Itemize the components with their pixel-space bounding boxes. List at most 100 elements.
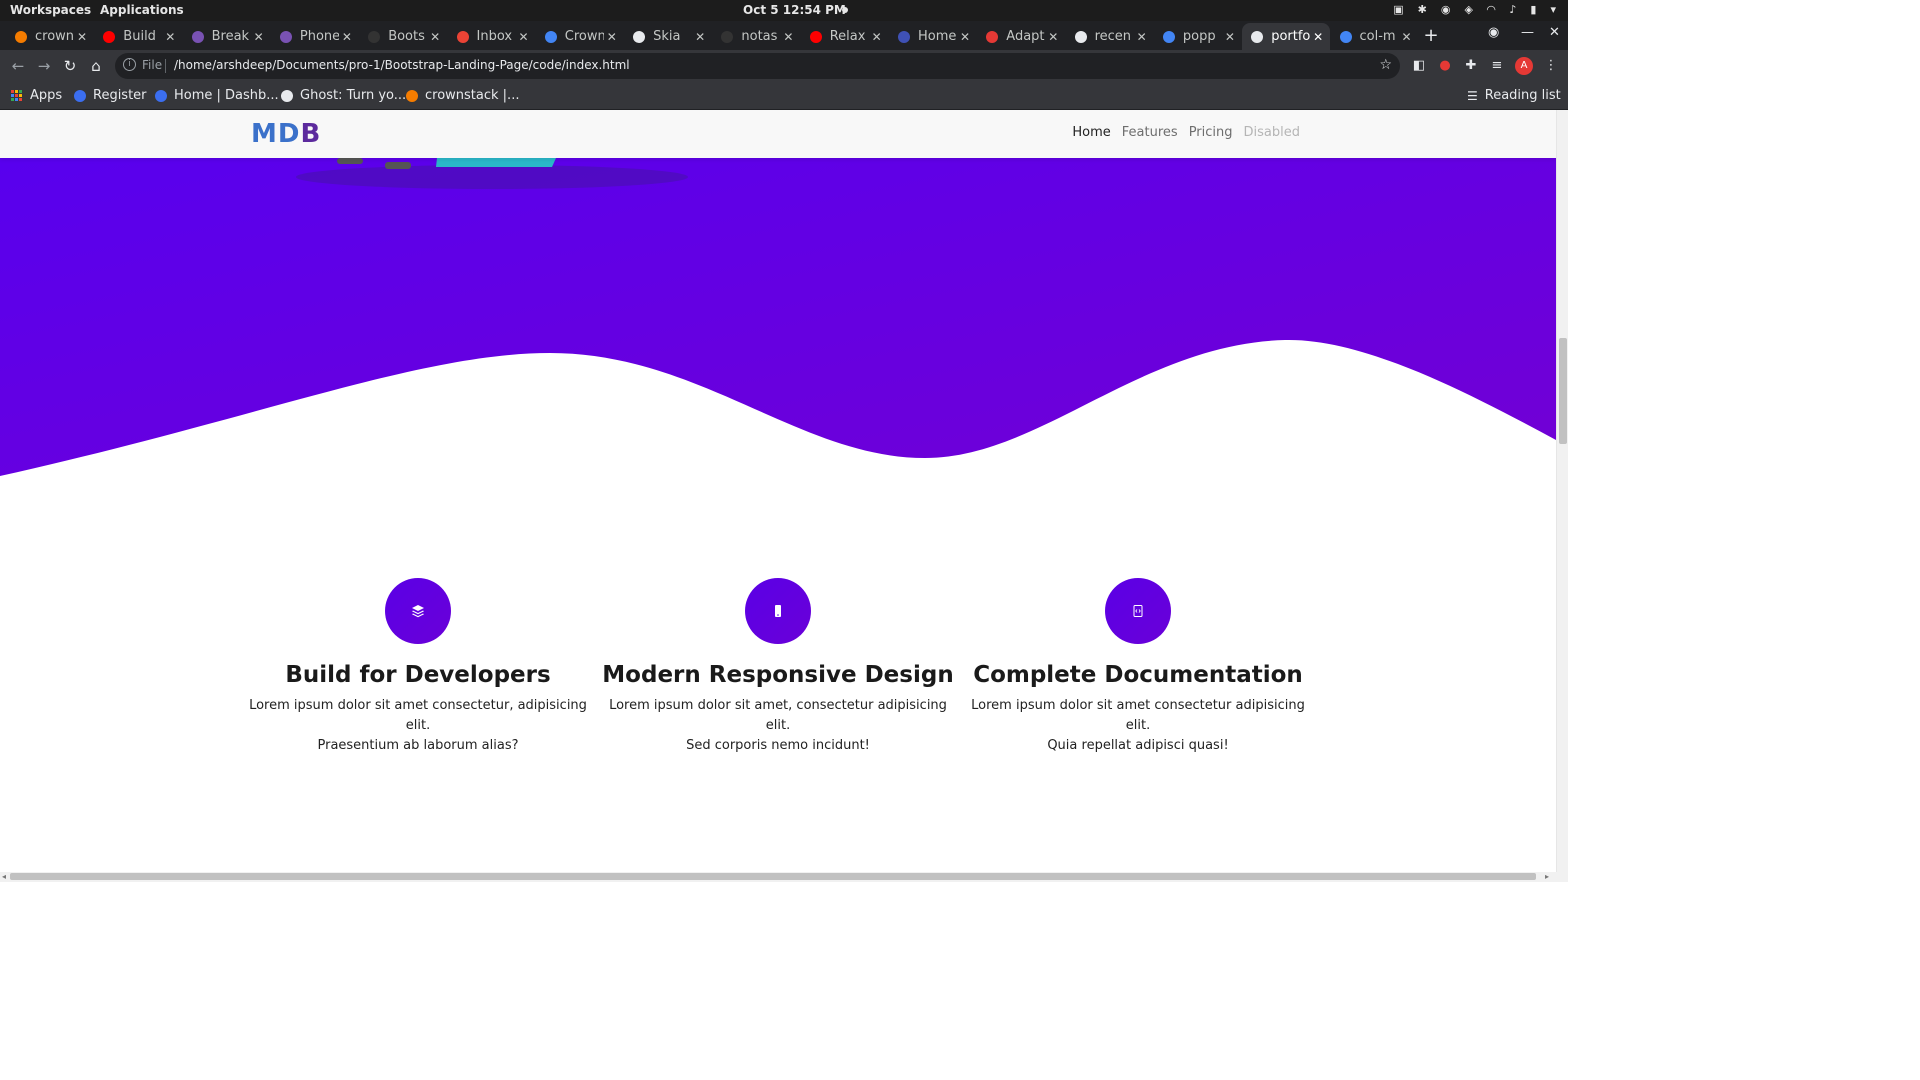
site-navbar: MDB Home Features Pricing Disabled <box>0 110 1556 158</box>
scroll-left-arrow-icon[interactable]: ◂ <box>2 872 6 881</box>
tab-close-icon[interactable]: ✕ <box>869 30 885 44</box>
tab-close-icon[interactable]: ✕ <box>780 30 796 44</box>
nav-link-features[interactable]: Features <box>1122 125 1178 140</box>
reading-list-button[interactable]: ☰ Reading list <box>1467 88 1561 103</box>
tab-close-icon[interactable]: ✕ <box>251 30 267 44</box>
home-button[interactable]: ⌂ <box>86 56 106 76</box>
feature-card-responsive: Modern Responsive Design Lorem ipsum dol… <box>598 578 958 756</box>
close-window-button[interactable]: ✕ <box>1549 25 1560 40</box>
feature-card-documentation: Complete Documentation Lorem ipsum dolor… <box>958 578 1318 756</box>
tab-close-icon[interactable]: ✕ <box>339 30 355 44</box>
browser-tab[interactable]: Adapt ✕ <box>977 23 1065 50</box>
tab-favicon-icon <box>898 30 910 43</box>
tab-label: popp <box>1182 29 1216 44</box>
site-info-icon[interactable]: i <box>123 58 136 71</box>
workspaces-button[interactable]: Workspaces <box>10 3 91 17</box>
discord-icon[interactable]: ◈ <box>1464 3 1472 16</box>
horizontal-scrollbar[interactable]: ◂ ▸ <box>0 872 1568 882</box>
minimize-window-button[interactable]: — <box>1521 25 1534 40</box>
url-text[interactable]: /home/arshdeep/Documents/pro-1/Bootstrap… <box>174 58 630 72</box>
vertical-scrollbar-thumb[interactable] <box>1559 338 1567 444</box>
bookmark-item[interactable]: Register <box>74 88 147 103</box>
feature-title: Complete Documentation <box>973 662 1303 688</box>
vpn-icon[interactable]: ◉ <box>1441 3 1451 16</box>
tab-close-icon[interactable]: ✕ <box>1134 30 1150 44</box>
browser-tab[interactable]: popp ✕ <box>1154 23 1242 50</box>
battery-icon[interactable]: ▮ <box>1530 3 1536 16</box>
media-controls-icon[interactable]: ≡ <box>1489 58 1505 74</box>
applications-menu[interactable]: Applications <box>100 3 184 17</box>
extensions-puzzle-icon[interactable]: ✚ <box>1463 58 1479 74</box>
brand-logo-md: MD <box>251 119 301 149</box>
feature-icon-circle <box>385 578 451 644</box>
nav-link-pricing[interactable]: Pricing <box>1189 125 1233 140</box>
tab-close-icon[interactable]: ✕ <box>1399 30 1415 44</box>
illustration-shoe-left <box>337 158 363 164</box>
illustration-shoe-right <box>385 162 411 169</box>
tab-close-icon[interactable]: ✕ <box>427 30 443 44</box>
extension-red-icon[interactable]: ● <box>1437 58 1453 74</box>
bookmark-item[interactable]: crownstack |... <box>406 88 519 103</box>
power-menu-icon[interactable]: ▾ <box>1550 3 1556 16</box>
profile-avatar[interactable]: A <box>1515 57 1533 75</box>
tab-search-icon[interactable]: ◉ <box>1488 25 1499 40</box>
apps-grid-icon <box>11 89 23 102</box>
tab-close-icon[interactable]: ✕ <box>162 30 178 44</box>
tab-close-icon[interactable]: ✕ <box>957 30 973 44</box>
tab-close-icon[interactable]: ✕ <box>74 30 90 44</box>
new-tab-button[interactable]: + <box>1420 25 1442 47</box>
bookmark-label: crownstack |... <box>425 88 520 103</box>
reload-button[interactable]: ↻ <box>60 56 80 76</box>
tab-favicon-icon <box>721 30 734 43</box>
screen-icon[interactable]: ▣ <box>1393 3 1403 16</box>
browser-tab[interactable]: Phone ✕ <box>271 23 359 50</box>
layers-icon <box>412 605 424 618</box>
bookmark-item[interactable]: Home | Dashb... <box>155 88 279 103</box>
browser-tab[interactable]: recen ✕ <box>1066 23 1154 50</box>
browser-tab[interactable]: Skia ✕ <box>624 23 712 50</box>
address-bar[interactable]: i File /home/arshdeep/Documents/pro-1/Bo… <box>115 53 1400 79</box>
browser-tab[interactable]: Home ✕ <box>889 23 977 50</box>
brand-logo-b: B <box>300 119 322 149</box>
scroll-right-arrow-icon[interactable]: ▸ <box>1545 872 1549 881</box>
brand-logo[interactable]: MDB <box>251 119 321 149</box>
browser-tab[interactable]: Boots ✕ <box>359 23 447 50</box>
horizontal-scrollbar-thumb[interactable] <box>10 873 1536 880</box>
browser-tab[interactable]: portfo ✕ <box>1242 23 1331 50</box>
tab-favicon-icon <box>1162 30 1175 43</box>
back-button[interactable]: ← <box>8 56 28 76</box>
tab-close-icon[interactable]: ✕ <box>1045 30 1061 44</box>
system-clock[interactable]: Oct 5 12:54 PM <box>743 3 846 17</box>
illustration-element <box>436 158 556 167</box>
tab-label: Break <box>211 29 250 44</box>
slack-icon[interactable]: ✱ <box>1418 3 1427 16</box>
extension-icon[interactable]: ◧ <box>1411 58 1427 74</box>
browser-tab[interactable]: Relax ✕ <box>801 23 889 50</box>
browser-menu-icon[interactable]: ⋮ <box>1543 58 1559 74</box>
vertical-scrollbar[interactable] <box>1556 110 1568 872</box>
hero-wave-section <box>0 158 1556 476</box>
feature-description-line: Lorem ipsum dolor sit amet, consectetur … <box>609 698 947 733</box>
browser-tab[interactable]: col-m ✕ <box>1331 23 1419 50</box>
tab-close-icon[interactable]: ✕ <box>1222 30 1238 44</box>
volume-icon[interactable]: ♪ <box>1509 3 1516 16</box>
browser-tab[interactable]: Inbox ✕ <box>448 23 536 50</box>
browser-tab[interactable]: Break ✕ <box>183 23 271 50</box>
tab-label: Crown <box>564 29 604 44</box>
wifi-icon[interactable]: ◠ <box>1487 3 1495 16</box>
tab-close-icon[interactable]: ✕ <box>1310 30 1326 44</box>
browser-tab[interactable]: crown ✕ <box>6 23 94 50</box>
nav-link-home[interactable]: Home <box>1072 125 1110 140</box>
browser-tab[interactable]: notas ✕ <box>712 23 800 50</box>
bookmark-apps[interactable]: Apps <box>11 88 62 103</box>
browser-tab[interactable]: Build ✕ <box>94 23 182 50</box>
tab-close-icon[interactable]: ✕ <box>604 30 620 44</box>
bookmark-star-icon[interactable]: ☆ <box>1379 57 1392 73</box>
bookmark-apps-label: Apps <box>30 88 63 103</box>
bookmark-item[interactable]: Ghost: Turn yo... <box>281 88 406 103</box>
browser-tab[interactable]: Crown ✕ <box>536 23 624 50</box>
browser-tab-strip: crown ✕ Build ✕ Break ✕ Phone ✕ Boots ✕ Inbox ✕ Crow… <box>0 21 1568 50</box>
tab-close-icon[interactable]: ✕ <box>516 30 532 44</box>
forward-button[interactable]: → <box>34 56 54 76</box>
tab-close-icon[interactable]: ✕ <box>692 30 708 44</box>
